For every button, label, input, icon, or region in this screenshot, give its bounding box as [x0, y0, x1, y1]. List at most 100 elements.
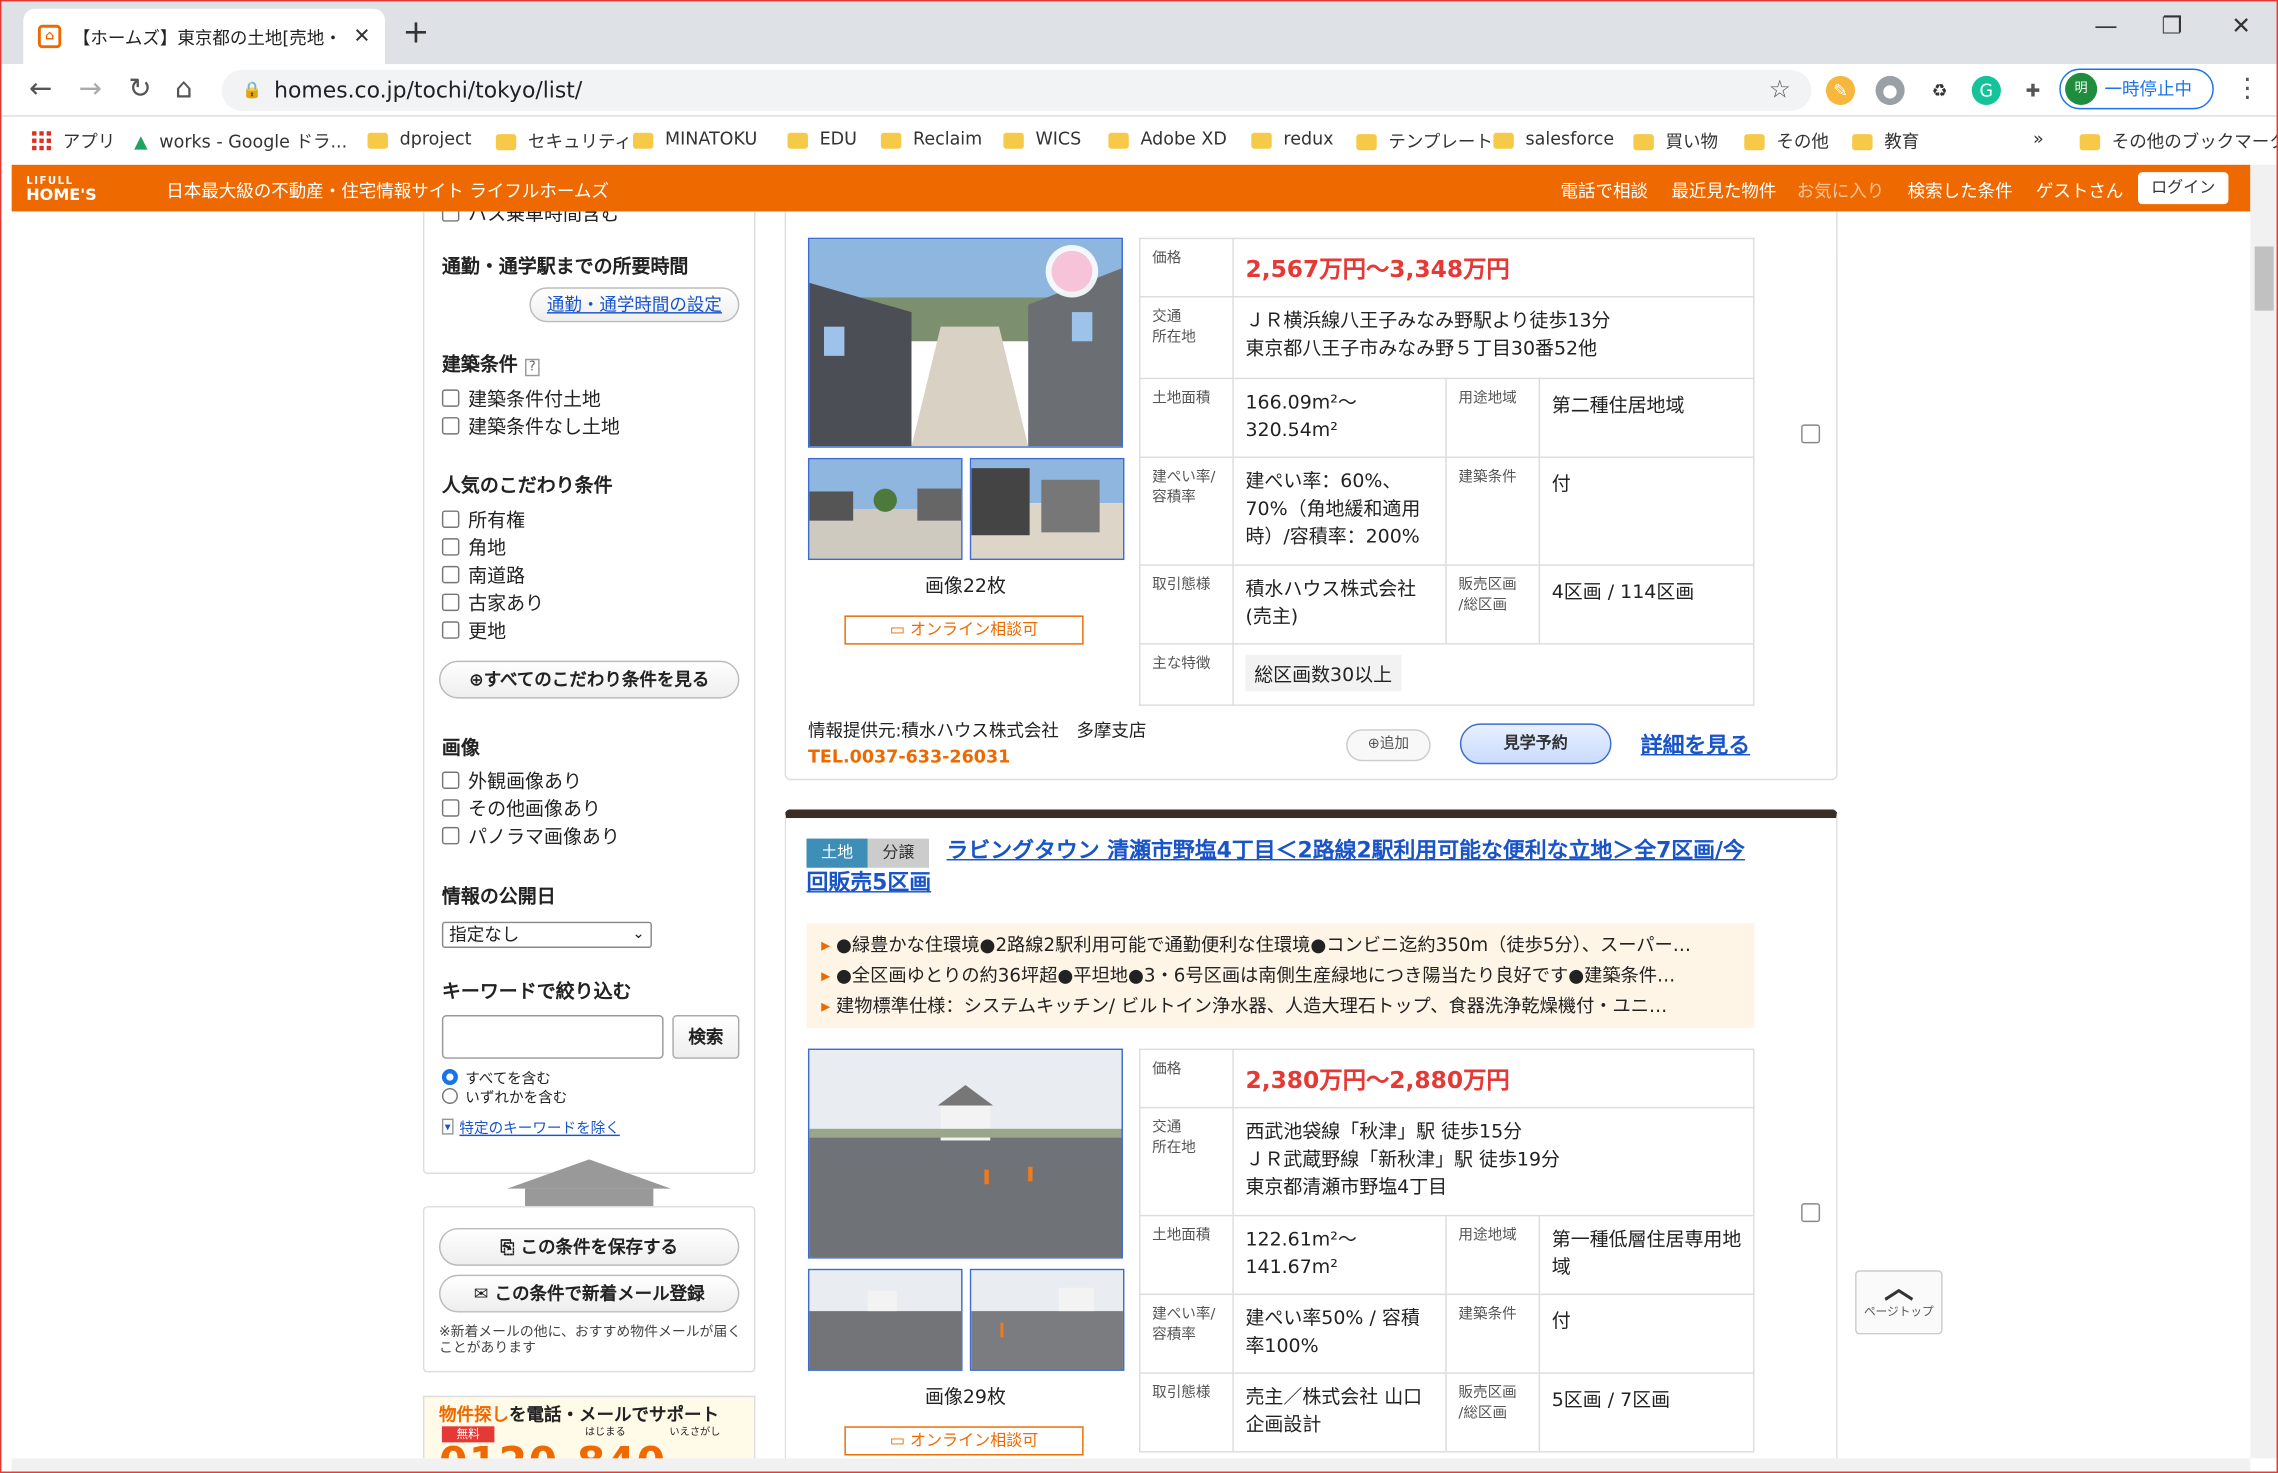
checkbox[interactable] — [441, 388, 460, 407]
extension-pencil-icon[interactable]: ✎ — [1825, 75, 1856, 106]
keyword-search-button[interactable]: 検索 — [672, 1015, 740, 1059]
listing1-add-favorite-button[interactable]: ⊕追加 — [1346, 729, 1431, 762]
bookmark-folder[interactable]: Adobe XD — [1108, 128, 1227, 149]
filter-other-image[interactable]: その他画像あり — [441, 793, 601, 821]
reload-icon[interactable]: ↻ — [128, 73, 151, 105]
bookmark-folder[interactable]: redux — [1251, 128, 1334, 149]
listing2-thumb-1[interactable] — [807, 1268, 963, 1371]
publish-date-select[interactable]: 指定なし ⌄ — [441, 921, 652, 948]
phone-support-banner[interactable]: 物件探しを電話・メールでサポート 無料 はじまる いえさがし 0120-840-… — [422, 1395, 756, 1459]
bookmark-folder[interactable]: テンプレート — [1356, 128, 1493, 153]
vertical-scrollbar[interactable] — [2250, 164, 2278, 1459]
filter-building-condition[interactable]: 建築条件付土地 — [441, 384, 601, 411]
listing1-tel[interactable]: TEL.0037-633-26031 — [808, 747, 1010, 767]
bookmark-apps[interactable]: アプリ — [32, 128, 115, 153]
bookmark-folder[interactable]: 教育 — [1852, 128, 1919, 153]
checkbox[interactable] — [441, 826, 460, 844]
checkbox[interactable] — [441, 509, 460, 528]
extensions-puzzle-icon[interactable]: ✚ — [2018, 75, 2048, 106]
minimize-icon[interactable]: — — [2094, 12, 2117, 40]
help-icon[interactable]: ? — [524, 358, 541, 377]
nav-phone-consult[interactable]: 電話で相談 — [1560, 178, 1648, 203]
filter-old-house[interactable]: 古家あり — [441, 588, 544, 615]
save-conditions-button[interactable]: ⎘ この条件を保存する — [438, 1227, 740, 1266]
listing1-thumb-2[interactable] — [969, 457, 1125, 561]
bookmark-folder[interactable]: dproject — [367, 128, 471, 149]
bookmark-folder[interactable]: MINATOKU — [632, 128, 757, 149]
bookmark-folder[interactable]: EDU — [787, 128, 857, 149]
profile-button[interactable]: 明 一時停止中 — [2059, 68, 2214, 110]
match-any-option[interactable]: いずれかを含む — [441, 1085, 567, 1107]
listing2-select-checkbox[interactable] — [1801, 1203, 1821, 1223]
other-bookmarks[interactable]: その他のブックマーク — [2079, 128, 2278, 153]
checkbox[interactable] — [441, 798, 460, 816]
filter-south-road[interactable]: 南道路 — [441, 560, 525, 588]
bookmark-star-icon[interactable]: ☆ — [1769, 70, 1791, 111]
features-label: 主な特徴 — [1139, 643, 1234, 706]
listing1-main-photo[interactable] — [807, 237, 1123, 448]
listing2-thumb-2[interactable] — [969, 1268, 1125, 1371]
checkbox[interactable] — [441, 416, 460, 434]
restore-icon[interactable]: ❐ — [2161, 12, 2182, 40]
exclude-keyword-toggle[interactable]: ▾ 特定のキーワードを除く — [441, 1116, 620, 1138]
bookmark-works[interactable]: ▲ works - Google ドラ... — [134, 128, 347, 153]
commute-setting-button[interactable]: 通勤・通学時間の設定 — [529, 287, 740, 323]
checkbox[interactable] — [441, 565, 460, 583]
checkbox[interactable] — [441, 770, 460, 789]
filter-panorama-image[interactable]: パノラマ画像あり — [441, 821, 620, 849]
browser-tab[interactable]: ⌂ 【ホームズ】東京都の土地[売地・宅地 ✕ — [23, 8, 386, 65]
spec-row: 交通 所在地 西武池袋線「秋津」駅 徒歩15分 ＪＲ武蔵野線「新秋津」駅 徒歩19… — [1139, 1106, 1755, 1217]
nav-saved-searches[interactable]: 検索した条件 — [1908, 178, 2013, 203]
page-top-button[interactable]: ︿ ページトップ — [1855, 1270, 1943, 1335]
filter-exterior-image[interactable]: 外観画像あり — [441, 766, 582, 793]
filter-corner-lot[interactable]: 角地 — [441, 532, 506, 560]
forward-icon[interactable]: → — [79, 73, 102, 105]
scrollbar-thumb[interactable] — [2254, 246, 2274, 311]
radio[interactable] — [441, 1087, 458, 1105]
listing2-main-photo[interactable] — [807, 1048, 1123, 1259]
listing1-detail-link[interactable]: 詳細を見る — [1641, 729, 1750, 760]
spec-row: 土地面積 166.09m²～320.54m² 用途地域 第二種住居地域 — [1139, 377, 1755, 458]
all-conditions-button[interactable]: ⊕すべてのこだわり条件を見る — [438, 660, 740, 699]
close-tab-icon[interactable]: ✕ — [353, 25, 370, 48]
extension-recycle-icon[interactable]: ♻ — [1925, 75, 1955, 106]
filter-ownership[interactable]: 所有権 — [441, 505, 525, 532]
back-icon[interactable]: ← — [29, 73, 52, 105]
address-bar[interactable]: 🔒 homes.co.jp/tochi/tokyo/list/ ☆ — [221, 70, 1812, 111]
checkbox[interactable] — [441, 592, 460, 611]
bookmark-folder[interactable]: WICS — [1003, 128, 1081, 149]
bookmark-folder[interactable]: 買い物 — [1633, 128, 1718, 153]
new-tab-button[interactable]: + — [403, 15, 430, 51]
keyword-input[interactable] — [441, 1015, 664, 1059]
listing1-select-checkbox[interactable] — [1801, 424, 1821, 444]
new-mail-register-button[interactable]: ✉ この条件で新着メール登録 — [438, 1274, 740, 1313]
checkbox[interactable] — [441, 537, 460, 555]
radio-selected[interactable] — [441, 1069, 458, 1086]
login-button[interactable]: ログイン — [2138, 172, 2229, 205]
grammarly-icon[interactable]: G — [1971, 75, 2001, 106]
bookmarks-overflow-button[interactable]: » — [2033, 128, 2044, 148]
homes-logo[interactable]: LIFULL HOME'S — [26, 174, 96, 203]
bookmark-folder[interactable]: その他 — [1744, 128, 1829, 153]
filter-bus-time[interactable]: バス乗車時間含む — [441, 211, 620, 226]
bookmark-folder[interactable]: Reclaim — [880, 128, 982, 149]
checkbox[interactable] — [441, 620, 460, 639]
nav-favorites[interactable]: お気に入り — [1797, 178, 1885, 203]
exclude-keyword-link[interactable]: 特定のキーワードを除く — [459, 1116, 619, 1138]
checkbox[interactable] — [441, 211, 460, 221]
listing1-visit-button[interactable]: 見学予約 — [1459, 723, 1612, 765]
page-top-label: ページトップ — [1863, 1305, 1934, 1319]
badge-label: オンライン相談可 — [909, 619, 1039, 639]
filter-no-building-condition[interactable]: 建築条件なし土地 — [441, 411, 620, 439]
bookmark-folder[interactable]: セキュリティ — [495, 128, 632, 153]
home-icon[interactable]: ⌂ — [175, 73, 193, 105]
listing1-thumb-1[interactable] — [807, 457, 963, 561]
bookmark-folder[interactable]: salesforce — [1493, 128, 1614, 149]
listing1-spec-table: 価格 2,567万円～3,348万円 交通 所在地 ＪＲ横浜線八王子みなみ野駅よ… — [1139, 237, 1755, 706]
nav-recent[interactable]: 最近見た物件 — [1671, 178, 1776, 203]
browser-menu-icon[interactable]: ⋮ — [2234, 73, 2260, 104]
window-close-icon[interactable]: ✕ — [2231, 12, 2251, 40]
extension-chat-icon[interactable]: ● — [1875, 75, 1905, 106]
filter-vacant-lot[interactable]: 更地 — [441, 615, 506, 643]
listing2-title-link[interactable]: ラビングタウン 清瀬市野塩4丁目＜2路線2駅利用可能な便利な立地＞全7区画/今回… — [806, 836, 1754, 899]
